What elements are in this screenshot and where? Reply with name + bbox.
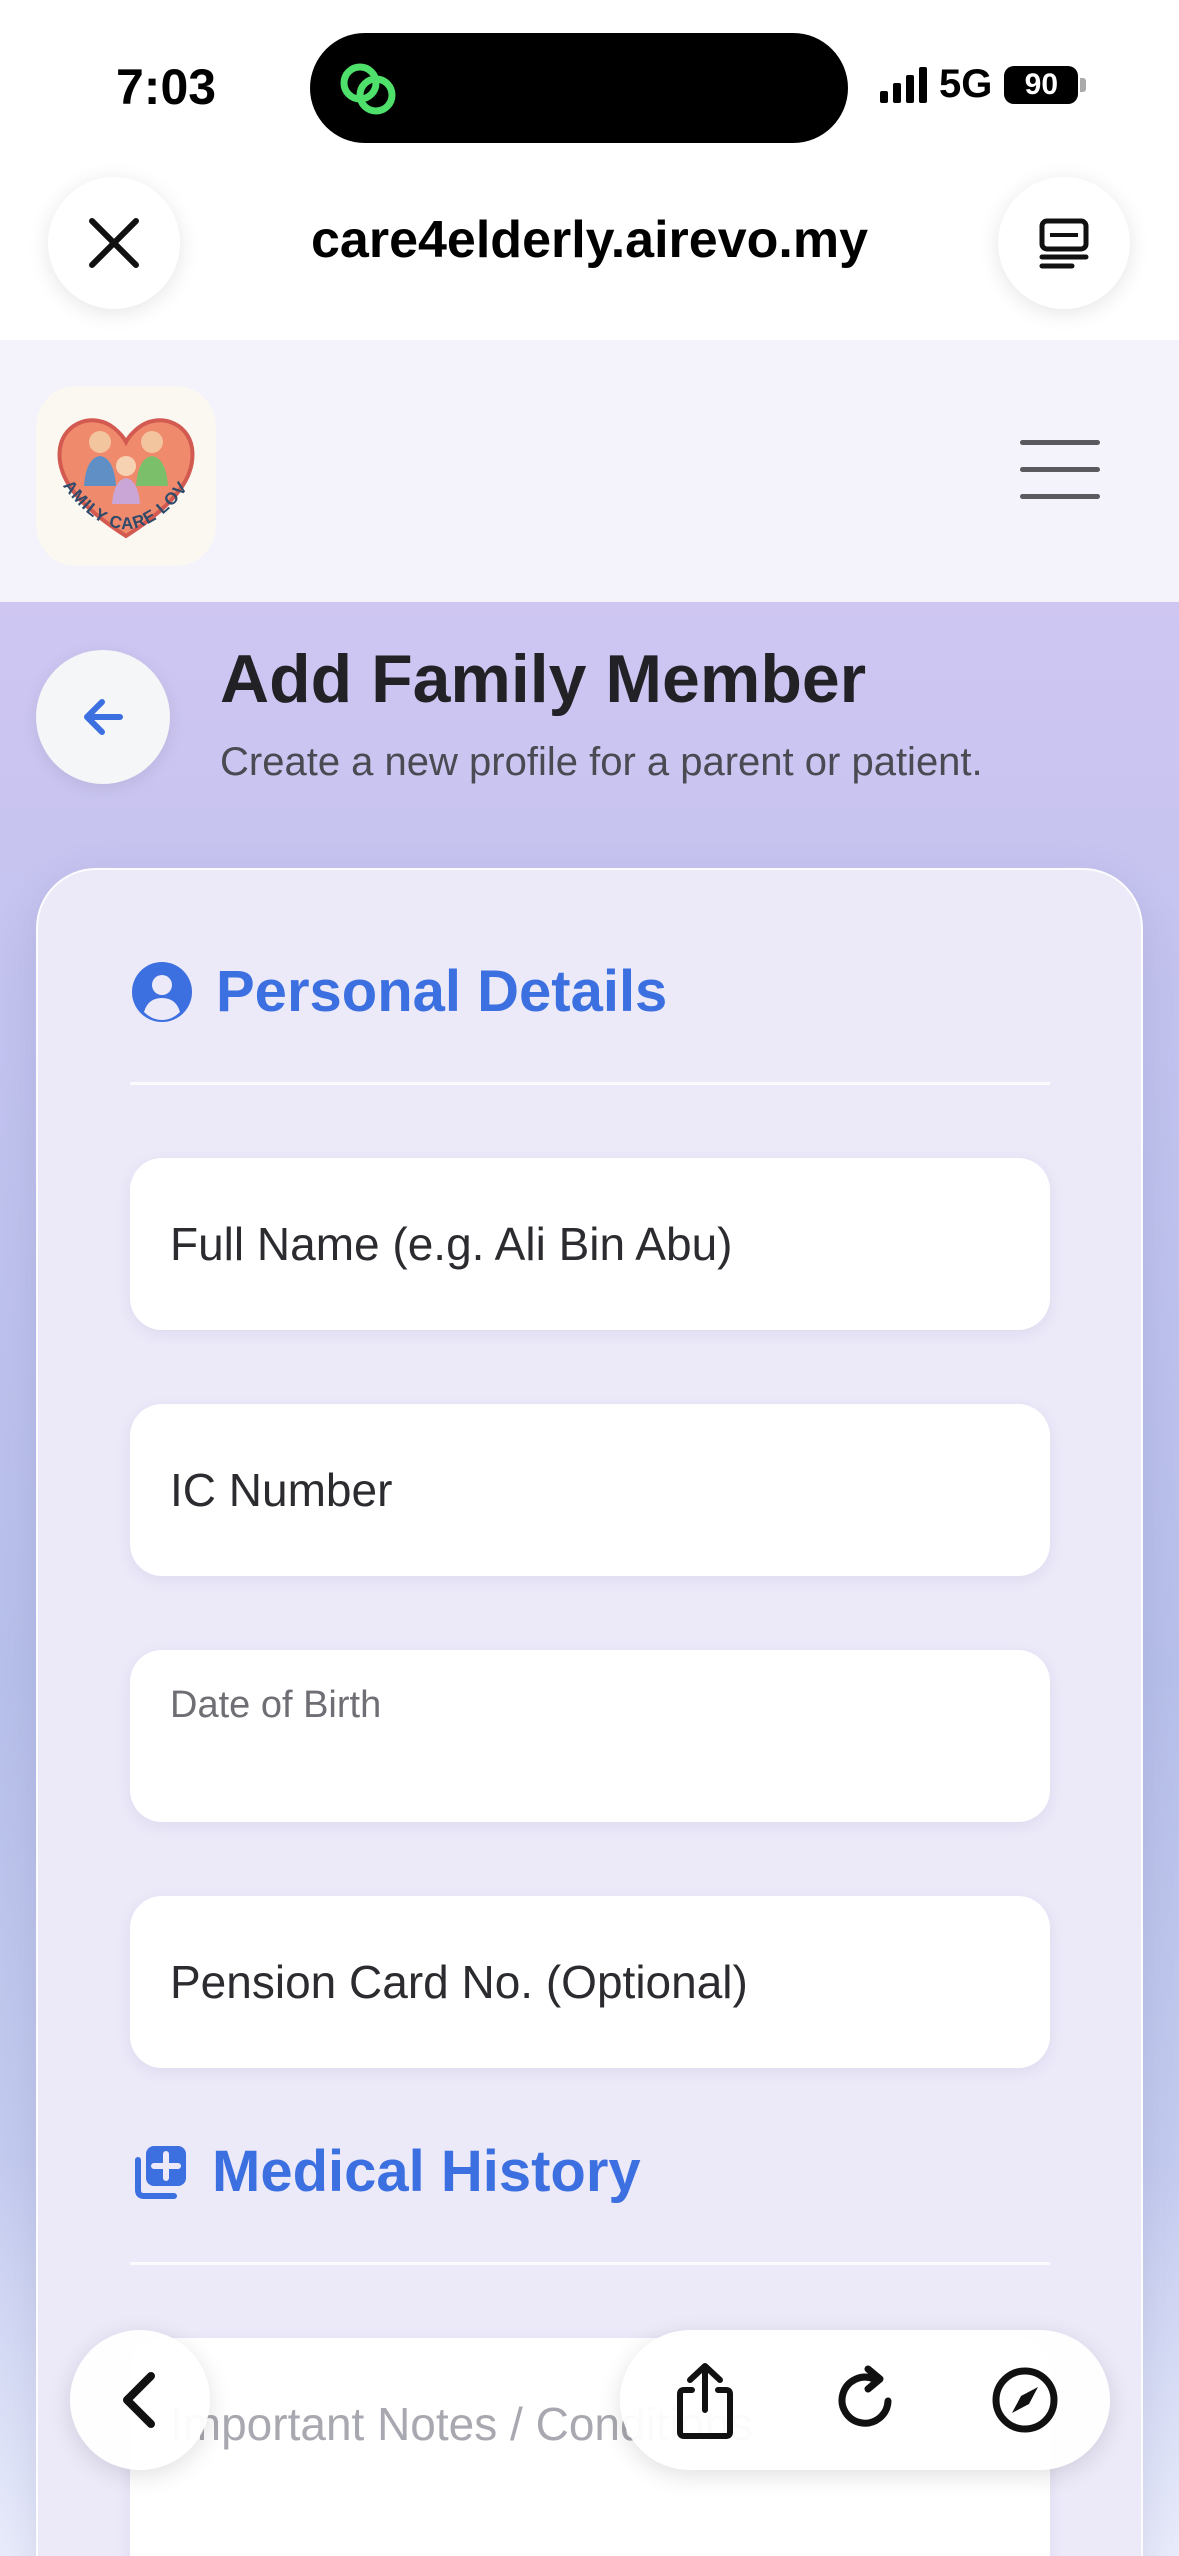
page-menu-icon — [1039, 218, 1089, 269]
browser-toolbar — [620, 2330, 1110, 2470]
personal-details-header: Personal Details — [130, 958, 667, 1025]
network-type: 5G — [939, 62, 993, 106]
page-title: Add Family Member — [220, 641, 867, 717]
reload-icon — [838, 2365, 892, 2427]
menu-line-icon — [1020, 494, 1100, 499]
site-logo[interactable]: FAMILY CARE LOVE — [36, 386, 216, 566]
full-name-field[interactable] — [130, 1158, 1050, 1330]
form-card: Personal Details Date of Birth Medical H… — [36, 868, 1143, 2556]
section-divider — [130, 2262, 1050, 2265]
user-circle-icon — [132, 961, 192, 1022]
chevron-left-icon — [123, 2372, 155, 2428]
reload-button[interactable] — [825, 2360, 905, 2440]
signal-icon — [880, 66, 927, 103]
share-icon — [677, 2363, 733, 2439]
compass-icon — [992, 2367, 1058, 2433]
status-time: 7:03 — [116, 59, 217, 115]
medical-history-header: Medical History — [130, 2138, 641, 2205]
link-icon — [340, 63, 396, 115]
compass-button[interactable] — [985, 2360, 1065, 2440]
pension-card-input[interactable] — [130, 1896, 1050, 2068]
full-name-input[interactable] — [130, 1158, 1050, 1330]
ic-number-input[interactable] — [130, 1404, 1050, 1576]
back-button[interactable] — [36, 650, 170, 784]
medical-plus-icon — [135, 2145, 186, 2199]
browser-back-button[interactable] — [70, 2330, 210, 2470]
page-subtitle: Create a new profile for a parent or pat… — [220, 740, 983, 784]
section-title: Personal Details — [216, 959, 668, 1024]
hamburger-menu-button[interactable] — [1020, 440, 1100, 500]
dynamic-island — [310, 33, 848, 143]
date-of-birth-label: Date of Birth — [170, 1684, 382, 1726]
pension-card-field[interactable] — [130, 1896, 1050, 2068]
share-button[interactable] — [665, 2360, 745, 2440]
battery-icon: 90 — [1004, 65, 1079, 104]
battery-cap — [1080, 77, 1087, 92]
section-divider — [130, 1082, 1050, 1085]
battery-level: 90 — [1024, 67, 1059, 101]
ic-number-field[interactable] — [130, 1404, 1050, 1576]
date-of-birth-field[interactable]: Date of Birth — [130, 1650, 1050, 1822]
site-header: FAMILY CARE LOVE — [0, 340, 1179, 602]
browser-url-bar: care4elderly.airevo.my — [0, 170, 1179, 340]
menu-line-icon — [1020, 440, 1100, 445]
family-heart-logo-icon: FAMILY CARE LOVE — [36, 386, 195, 539]
page-menu-button[interactable] — [998, 177, 1130, 309]
menu-line-icon — [1020, 467, 1100, 472]
main-content: Add Family Member Create a new profile f… — [0, 602, 1179, 2556]
status-indicators: 5G 90 — [880, 62, 1087, 107]
section-title: Medical History — [212, 2139, 641, 2204]
status-bar: 7:03 5G 90 — [0, 0, 1179, 170]
arrow-left-icon — [84, 699, 123, 735]
